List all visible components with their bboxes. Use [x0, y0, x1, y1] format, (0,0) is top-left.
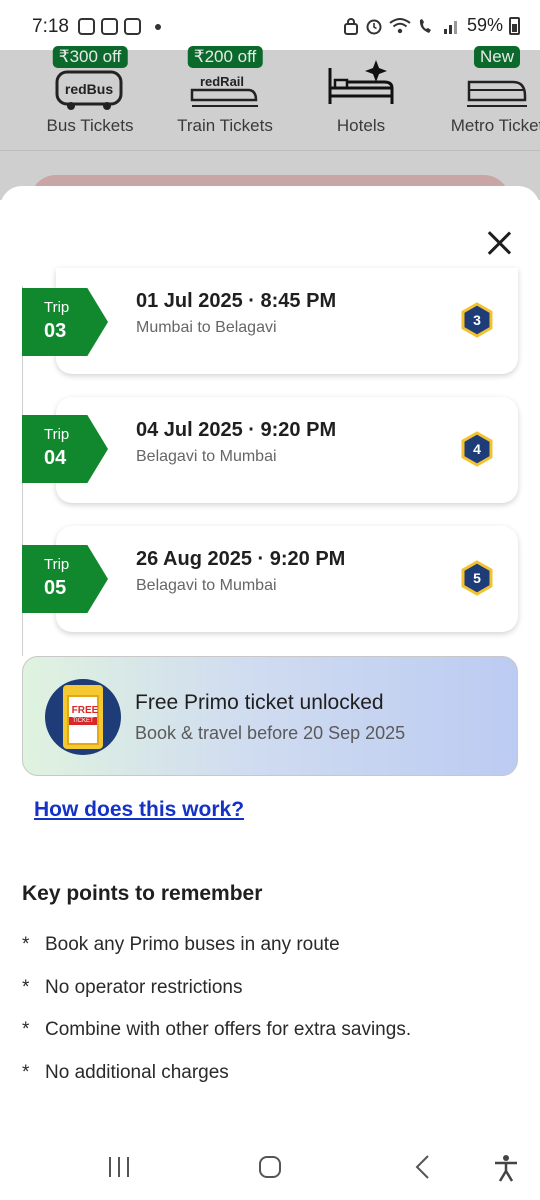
status-time: 7:18	[32, 16, 69, 37]
system-navigation-bar	[0, 1140, 540, 1200]
promo-title: Free Primo ticket unlocked	[135, 691, 384, 714]
recent-apps-icon[interactable]	[106, 1154, 132, 1180]
trip-datetime: 04 Jul 2025 · 9:20 PM	[136, 419, 337, 441]
free-ticket-banner[interactable]: FREE TICKET Free Primo ticket unlocked B…	[22, 656, 518, 776]
back-icon[interactable]	[410, 1154, 436, 1180]
trip-card: 04 Jul 2025 · 9:20 PM Belagavi to Mumbai…	[56, 397, 518, 503]
status-bar: 7:18 59%	[0, 0, 540, 50]
category-label: Hotels	[336, 116, 386, 135]
lock-alert-icon	[343, 17, 358, 35]
category-label: Metro Ticket	[450, 116, 540, 135]
ticket-sub-text: TICKET	[69, 717, 97, 725]
system-status-icons: 59%	[343, 15, 520, 36]
notification-icons	[78, 18, 161, 35]
alarm-icon	[366, 19, 382, 34]
how-does-this-work-link[interactable]: How does this work?	[34, 798, 244, 822]
bottom-sheet: 01 Jul 2025 · 8:45 PM Mumbai to Belagavi…	[0, 186, 540, 1140]
category-label: Bus Tickets	[46, 116, 134, 135]
battery-icon	[509, 16, 520, 35]
battery-percentage: 59%	[466, 15, 503, 35]
ticket-free-text: FREE	[71, 705, 99, 716]
key-points-title: Key points to remember	[22, 882, 263, 905]
trip-datetime: 01 Jul 2025 · 8:45 PM	[136, 290, 337, 312]
trip-route: Mumbai to Belagavi	[136, 319, 277, 336]
more-notifications-dot-icon	[155, 23, 161, 30]
divider	[0, 150, 540, 151]
wifi-calling-icon	[419, 18, 431, 33]
key-points-list: * Book any Primo buses in any route * No o…	[22, 934, 411, 1104]
list-item: * No operator restrictions	[22, 976, 243, 998]
svg-text:redRail: redRail	[200, 74, 244, 89]
trip-count-badge: 4	[460, 431, 494, 467]
metro-icon	[467, 80, 527, 107]
trip-count-badge: 5	[460, 560, 494, 596]
instagram-notification-icon	[101, 18, 118, 35]
train-icon: redRail	[190, 74, 258, 107]
list-item: * Combine with other offers for extra sav…	[22, 1019, 412, 1040]
list-item: * Book any Primo buses in any route	[22, 934, 340, 955]
trip-count-badge: 3	[460, 302, 494, 338]
background-app: ₹300 off redBus Bus Tickets ₹200 off red…	[0, 46, 540, 235]
promo-subtitle: Book & travel before 20 Sep 2025	[135, 723, 406, 743]
trip-card: 01 Jul 2025 · 8:45 PM Mumbai to Belagavi…	[56, 268, 518, 374]
gallery-notification-icon	[78, 18, 95, 35]
wifi-icon	[389, 17, 411, 33]
bus-icon: redBus	[55, 70, 123, 110]
list-item: * No additional charges	[22, 1061, 229, 1083]
accessibility-icon[interactable]	[492, 1154, 520, 1182]
home-icon[interactable]	[257, 1154, 283, 1180]
trip-card: 26 Aug 2025 · 9:20 PM Belagavi to Mumbai…	[56, 526, 518, 632]
trip-route: Belagavi to Mumbai	[136, 577, 277, 594]
instagram-notification-icon-2	[124, 18, 141, 35]
trip-datetime: 26 Aug 2025 · 9:20 PM	[136, 548, 346, 570]
trip-route: Belagavi to Mumbai	[136, 448, 277, 465]
category-label: Train Tickets	[177, 116, 273, 135]
close-icon[interactable]	[486, 230, 512, 256]
signal-icon	[443, 20, 457, 34]
free-ticket-icon: FREE TICKET	[45, 679, 121, 755]
svg-text:redBus: redBus	[65, 81, 113, 97]
bed-icon	[328, 60, 394, 104]
